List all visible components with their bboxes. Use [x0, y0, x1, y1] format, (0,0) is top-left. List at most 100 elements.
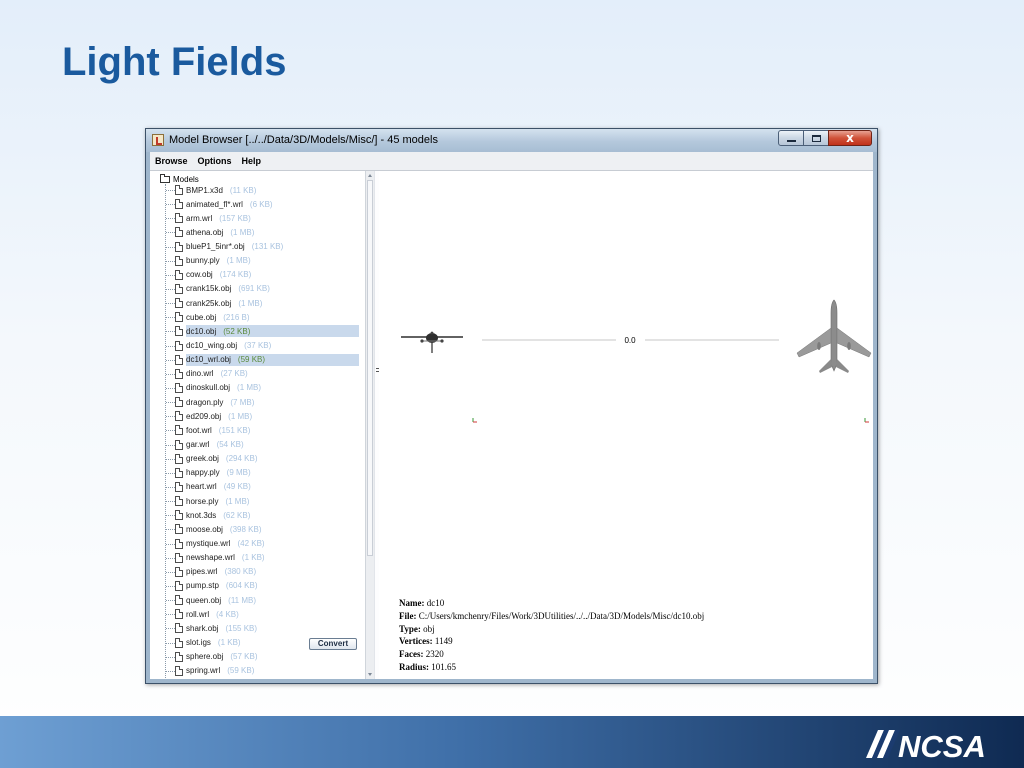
- close-icon: x: [846, 131, 854, 145]
- maximize-button[interactable]: [803, 130, 829, 146]
- tree-item[interactable]: dc10_wrl.obj (59 KB): [150, 353, 365, 367]
- tree-item[interactable]: sphere.obj (57 KB): [150, 650, 365, 664]
- file-size: (1 KB): [241, 553, 265, 563]
- file-icon: [175, 411, 183, 422]
- file-name: dino.wrl: [186, 369, 214, 379]
- tree-branch-line: [166, 246, 175, 248]
- tree-item-label-box[interactable]: spring.wrl (59 KB): [186, 665, 359, 677]
- tree-item-label-box[interactable]: dc10_wing.obj (37 KB): [186, 340, 359, 352]
- tree-item[interactable]: BMP1.x3d (11 KB): [150, 183, 365, 197]
- tree-item[interactable]: heart.wrl (49 KB): [150, 480, 365, 494]
- tree-item-label-box[interactable]: dino.wrl (27 KB): [186, 368, 359, 380]
- tree-item[interactable]: greek.obj (294 KB): [150, 452, 365, 466]
- file-icon: [175, 665, 183, 676]
- tree-item[interactable]: bunny.ply (1 MB): [150, 254, 365, 268]
- tree-item[interactable]: spring.wrl (59 KB): [150, 664, 365, 678]
- tree-item[interactable]: shark.obj (155 KB): [150, 621, 365, 635]
- tree-item-label-box[interactable]: BMP1.x3d (11 KB): [186, 184, 359, 196]
- tree-item-label-box[interactable]: greek.obj (294 KB): [186, 453, 359, 465]
- tree-item-label-box[interactable]: roll.wrl (4 KB): [186, 608, 359, 620]
- tree-item[interactable]: pump.stp (604 KB): [150, 579, 365, 593]
- tree-item[interactable]: knot.3ds (62 KB): [150, 508, 365, 522]
- convert-button[interactable]: Convert: [309, 638, 357, 650]
- tree-item-label-box[interactable]: mystique.wrl (42 KB): [186, 538, 359, 550]
- tree-item-label-box[interactable]: crank25k.obj (1 MB): [186, 297, 359, 309]
- tree-item[interactable]: crank25k.obj (1 MB): [150, 296, 365, 310]
- tree-item[interactable]: queen.obj (11 MB): [150, 593, 365, 607]
- window-titlebar[interactable]: Model Browser [../../Data/3D/Models/Misc…: [146, 129, 877, 152]
- tree-branch-line: [166, 430, 175, 432]
- tree-item-label-box[interactable]: crank15k.obj (691 KB): [186, 283, 359, 295]
- menu-options[interactable]: Options: [193, 156, 237, 166]
- file-size: (151 KB): [218, 425, 251, 435]
- tree-item[interactable]: crank15k.obj (691 KB): [150, 282, 365, 296]
- tree-item-label-box[interactable]: blueP1_5inr*.obj (131 KB): [186, 241, 359, 253]
- info-file-label: File:: [399, 610, 417, 621]
- file-size: (604 KB): [225, 581, 258, 591]
- scroll-thumb[interactable]: [367, 180, 373, 556]
- scroll-up-arrow-icon[interactable]: [368, 174, 372, 177]
- file-icon: [175, 467, 183, 478]
- tree-item[interactable]: athena.obj (1 MB): [150, 225, 365, 239]
- tree-item-label-box[interactable]: arm.wrl (157 KB): [186, 212, 359, 224]
- close-button[interactable]: x: [828, 130, 872, 146]
- tree-item-label-box[interactable]: pump.stp (604 KB): [186, 580, 359, 592]
- tree-item-label-box[interactable]: newshape.wrl (1 KB): [186, 552, 359, 564]
- tree-item[interactable]: newshape.wrl (1 KB): [150, 551, 365, 565]
- tree-item[interactable]: dc10.obj (52 KB): [150, 324, 365, 338]
- file-size: (59 KB): [237, 355, 266, 365]
- menu-help[interactable]: Help: [237, 156, 267, 166]
- tree-item[interactable]: dino.wrl (27 KB): [150, 367, 365, 381]
- tree-item-label-box[interactable]: cow.obj (174 KB): [186, 269, 359, 281]
- tree-item-label-box[interactable]: bunny.ply (1 MB): [186, 255, 359, 267]
- tree-item-label-box[interactable]: sphere.obj (57 KB): [186, 651, 359, 663]
- tree-item-label-box[interactable]: animated_fl*.wrl (6 KB): [186, 198, 359, 210]
- file-name: cow.obj: [186, 270, 213, 280]
- tree-item[interactable]: cow.obj (174 KB): [150, 268, 365, 282]
- menu-browse[interactable]: Browse: [150, 156, 193, 166]
- file-name: roll.wrl: [186, 609, 210, 619]
- tree-item[interactable]: gar.wrl (54 KB): [150, 438, 365, 452]
- tree-item[interactable]: arm.wrl (157 KB): [150, 211, 365, 225]
- tree-scrollbar[interactable]: [365, 171, 374, 679]
- tree-item-label-box[interactable]: horse.ply (1 MB): [186, 495, 359, 507]
- file-size: (1 MB): [230, 227, 255, 237]
- tree-item[interactable]: horse.ply (1 MB): [150, 494, 365, 508]
- tree-item-label-box[interactable]: heart.wrl (49 KB): [186, 481, 359, 493]
- tree-item[interactable]: pipes.wrl (380 KB): [150, 565, 365, 579]
- tree-item[interactable]: ed209.obj (1 MB): [150, 409, 365, 423]
- tree-item-label-box[interactable]: knot.3ds (62 KB): [186, 509, 359, 521]
- airplane-top-view-icon: [796, 299, 872, 373]
- tree-item[interactable]: dc10_wing.obj (37 KB): [150, 339, 365, 353]
- tree-item[interactable]: mystique.wrl (42 KB): [150, 537, 365, 551]
- tree-item[interactable]: roll.wrl (4 KB): [150, 607, 365, 621]
- file-icon: [175, 269, 183, 280]
- tree-item[interactable]: cube.obj (216 B): [150, 310, 365, 324]
- tree-item[interactable]: happy.ply (9 MB): [150, 466, 365, 480]
- tree-item-label-box[interactable]: pipes.wrl (380 KB): [186, 566, 359, 578]
- tree-item-label-box[interactable]: foot.wrl (151 KB): [186, 424, 359, 436]
- tree-item-label-box[interactable]: gar.wrl (54 KB): [186, 439, 359, 451]
- tree-item-label-box[interactable]: dinoskull.obj (1 MB): [186, 382, 359, 394]
- tree-item-label-box[interactable]: dc10_wrl.obj (59 KB): [186, 353, 359, 366]
- minimize-button[interactable]: [778, 130, 804, 146]
- tree-item-label-box[interactable]: dragon.ply (7 MB): [186, 396, 359, 408]
- model-viewer[interactable]: 0.0 Name: dc10 File: C:/Users/kmchenry/F…: [379, 171, 873, 679]
- tree-item-label-box[interactable]: moose.obj (398 KB): [186, 523, 359, 535]
- tree-item[interactable]: animated_fl*.wrl (6 KB): [150, 197, 365, 211]
- file-icon: [175, 185, 183, 195]
- tree-item-label-box[interactable]: cube.obj (216 B): [186, 311, 359, 323]
- tree-item-label-box[interactable]: athena.obj (1 MB): [186, 226, 359, 238]
- tree-item-label-box[interactable]: dc10.obj (52 KB): [186, 325, 359, 338]
- tree-item-label-box[interactable]: queen.obj (11 MB): [186, 594, 359, 606]
- tree-item-label-box[interactable]: happy.ply (9 MB): [186, 467, 359, 479]
- tree-item[interactable]: dinoskull.obj (1 MB): [150, 381, 365, 395]
- tree-item[interactable]: foot.wrl (151 KB): [150, 423, 365, 437]
- tree-item[interactable]: blueP1_5inr*.obj (131 KB): [150, 240, 365, 254]
- tree-item-label-box[interactable]: ed209.obj (1 MB): [186, 410, 359, 422]
- scroll-down-arrow-icon[interactable]: [368, 673, 372, 676]
- tree-item-label-box[interactable]: shark.obj (155 KB): [186, 622, 359, 634]
- tree-item[interactable]: moose.obj (398 KB): [150, 522, 365, 536]
- tree-item[interactable]: dragon.ply (7 MB): [150, 395, 365, 409]
- file-size: (11 MB): [228, 595, 257, 605]
